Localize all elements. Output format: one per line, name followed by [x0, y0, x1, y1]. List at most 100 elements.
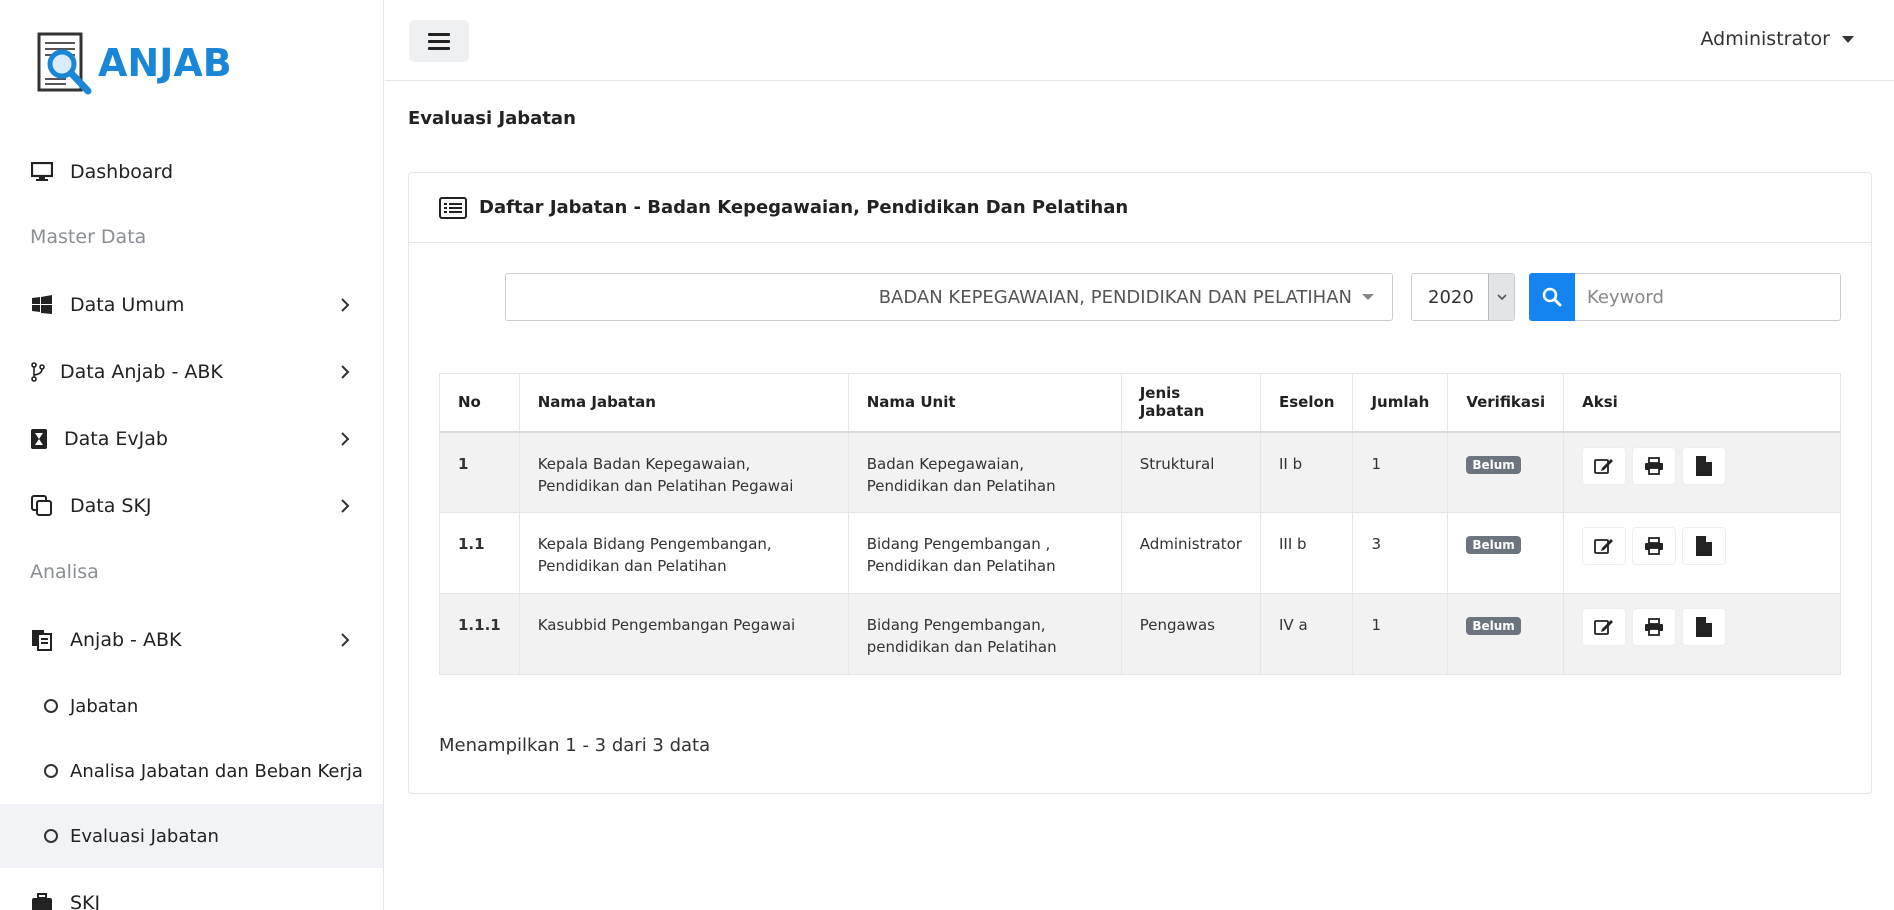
cell-jumlah: 1 [1352, 431, 1449, 513]
sidebar-item-data-evjab[interactable]: Data EvJab [0, 406, 383, 472]
column-header-nama-unit: Nama Unit [847, 373, 1122, 433]
app-logo[interactable]: ANJAB [36, 30, 232, 96]
sidebar-item-dashboard[interactable]: Dashboard [0, 139, 383, 205]
cell-jenis-jabatan: Struktural [1120, 431, 1261, 513]
documents-icon [30, 628, 54, 652]
cell-jumlah: 3 [1352, 512, 1449, 594]
cell-eselon: II b [1259, 431, 1354, 513]
jabatan-list-card: Daftar Jabatan - Badan Kepegawaian, Pend… [408, 172, 1872, 794]
cell-no: 1.1.1 [439, 593, 520, 675]
document-button[interactable] [1682, 446, 1727, 485]
cell-verifikasi: Belum [1447, 512, 1565, 594]
list-alt-icon [439, 196, 467, 219]
caret-down-icon [1842, 35, 1854, 43]
circle-icon [44, 764, 58, 778]
user-menu-dropdown[interactable]: Administrator [1700, 28, 1854, 50]
cell-aksi [1563, 512, 1841, 594]
chevron-right-icon [341, 633, 350, 647]
document-button[interactable] [1682, 608, 1727, 646]
table-row: 1.1 Kepala Bidang Pengembangan, Pendidik… [439, 512, 1841, 594]
sidebar-item-label: Data Umum [70, 294, 185, 316]
topbar: Administrator [385, 0, 1894, 81]
cell-aksi [1563, 593, 1841, 675]
sidebar-header-analisa: Analisa [30, 561, 99, 583]
row-actions [1582, 527, 1822, 565]
sidebar-item-label: SKJ [70, 892, 101, 910]
sidebar-subitem-analisa-jabatan[interactable]: Analisa Jabatan dan Beban Kerja [0, 739, 383, 803]
briefcase-icon [30, 891, 54, 910]
sidebar-item-data-umum[interactable]: Data Umum [0, 272, 383, 338]
search-input[interactable] [1575, 273, 1841, 321]
windows-icon [30, 293, 54, 317]
copy-icon [30, 494, 54, 518]
cell-verifikasi: Belum [1447, 431, 1565, 513]
anjab-logo-icon [37, 32, 92, 95]
search-button[interactable] [1529, 273, 1575, 321]
cell-no: 1 [439, 431, 520, 513]
column-header-jumlah: Jumlah [1352, 373, 1449, 433]
print-button[interactable] [1632, 527, 1677, 565]
status-badge: Belum [1466, 617, 1521, 635]
column-header-verifikasi: Verifikasi [1447, 373, 1565, 433]
app-logo-text: ANJAB [98, 41, 232, 85]
print-button[interactable] [1632, 446, 1677, 485]
unit-select[interactable]: BADAN KEPEGAWAIAN, PENDIDIKAN DAN PELATI… [505, 273, 1393, 321]
sidebar-subitem-jabatan[interactable]: Jabatan [0, 674, 383, 738]
user-name: Administrator [1700, 28, 1830, 50]
edit-button[interactable] [1582, 527, 1627, 565]
sidebar-item-label: Data Anjab - ABK [60, 361, 223, 383]
chevron-right-icon [341, 499, 350, 513]
hamburger-icon [428, 33, 450, 50]
print-icon [1645, 537, 1664, 555]
document-button[interactable] [1682, 527, 1727, 565]
sidebar-toggle-button[interactable] [409, 20, 469, 62]
column-header-nama-jabatan: Nama Jabatan [518, 373, 849, 433]
sidebar-item-label: Dashboard [70, 161, 174, 183]
cell-nama-jabatan: Kasubbid Pengembangan Pegawai [518, 593, 849, 675]
year-select-value: 2020 [1428, 286, 1474, 308]
edit-icon [1594, 620, 1614, 635]
column-header-no: No [439, 373, 520, 433]
print-button[interactable] [1632, 608, 1677, 646]
edit-button[interactable] [1582, 608, 1627, 646]
chevron-right-icon [341, 432, 350, 446]
cell-eselon: III b [1259, 512, 1354, 594]
page-title: Evaluasi Jabatan [408, 108, 576, 129]
cell-aksi [1563, 431, 1841, 513]
jabatan-table: No Nama Jabatan Nama Unit Jenis Jabatan … [439, 373, 1841, 675]
edit-button[interactable] [1582, 446, 1627, 485]
edit-icon [1594, 458, 1614, 474]
circle-icon [44, 699, 58, 713]
sidebar-item-label: Data SKJ [70, 495, 152, 517]
print-icon [1645, 456, 1664, 475]
chevron-down-icon[interactable] [1488, 274, 1514, 320]
sidebar-subitem-label: Jabatan [70, 695, 139, 717]
document-icon [1696, 455, 1713, 476]
status-badge: Belum [1466, 536, 1521, 554]
monitor-icon [30, 160, 54, 184]
row-actions [1582, 446, 1822, 485]
sidebar-item-data-anjab-abk[interactable]: Data Anjab - ABK [0, 339, 383, 405]
chevron-right-icon [341, 365, 350, 379]
table-header-row: No Nama Jabatan Nama Unit Jenis Jabatan … [439, 373, 1841, 433]
sidebar-item-anjab-abk[interactable]: Anjab - ABK [0, 607, 383, 673]
cell-eselon: IV a [1259, 593, 1354, 675]
search-icon [1542, 287, 1562, 307]
sidebar-item-skj[interactable]: SKJ [0, 870, 383, 910]
card-header: Daftar Jabatan - Badan Kepegawaian, Pend… [409, 173, 1871, 243]
sidebar-item-label: Anjab - ABK [70, 629, 182, 651]
year-select[interactable]: 2020 [1411, 273, 1515, 321]
cell-nama-unit: Bidang Pengembangan , Pendidikan dan Pel… [847, 512, 1122, 594]
cell-nama-unit: Bidang Pengembangan, pendidikan dan Pela… [847, 593, 1122, 675]
sidebar-subitem-evaluasi-jabatan[interactable]: Evaluasi Jabatan [0, 804, 383, 868]
cell-verifikasi: Belum [1447, 593, 1565, 675]
circle-icon [44, 829, 58, 843]
cell-no: 1.1 [439, 512, 520, 594]
column-header-aksi: Aksi [1563, 373, 1841, 433]
chevron-right-icon [341, 298, 350, 312]
hourglass-icon [30, 427, 48, 451]
pagination-summary: Menampilkan 1 - 3 dari 3 data [439, 735, 711, 756]
sidebar-item-data-skj[interactable]: Data SKJ [0, 473, 383, 539]
status-badge: Belum [1466, 455, 1521, 474]
cell-nama-unit: Badan Kepegawaian, Pendidikan dan Pelati… [847, 431, 1122, 513]
